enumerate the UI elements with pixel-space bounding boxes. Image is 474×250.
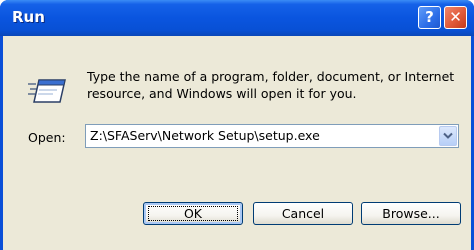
browse-button-label: Browse... xyxy=(382,206,440,221)
close-icon: ✕ xyxy=(449,8,462,26)
title-bar[interactable]: Run ? ✕ xyxy=(0,0,474,36)
open-input[interactable]: Z:\SFAServ\Network Setup\setup.exe xyxy=(90,128,430,143)
instructions-text: Type the name of a program, folder, docu… xyxy=(87,69,455,101)
help-button[interactable]: ? xyxy=(418,6,441,29)
run-icon xyxy=(27,76,67,106)
dialog-body: Type the name of a program, folder, docu… xyxy=(3,36,471,250)
cancel-button[interactable]: Cancel xyxy=(253,202,353,225)
browse-button[interactable]: Browse... xyxy=(361,202,461,225)
close-button[interactable]: ✕ xyxy=(444,6,467,29)
help-icon: ? xyxy=(425,8,434,26)
focus-rectangle xyxy=(148,206,238,221)
chevron-down-icon xyxy=(443,132,453,139)
ok-button[interactable]: OK xyxy=(143,202,243,225)
window-title: Run xyxy=(12,8,45,26)
open-combobox[interactable]: Z:\SFAServ\Network Setup\setup.exe xyxy=(85,124,459,148)
open-label: Open: xyxy=(28,130,66,145)
run-dialog-window: Run ? ✕ Type the name of a program, fold… xyxy=(0,0,474,250)
cancel-button-label: Cancel xyxy=(281,206,325,221)
dropdown-button[interactable] xyxy=(439,126,457,146)
